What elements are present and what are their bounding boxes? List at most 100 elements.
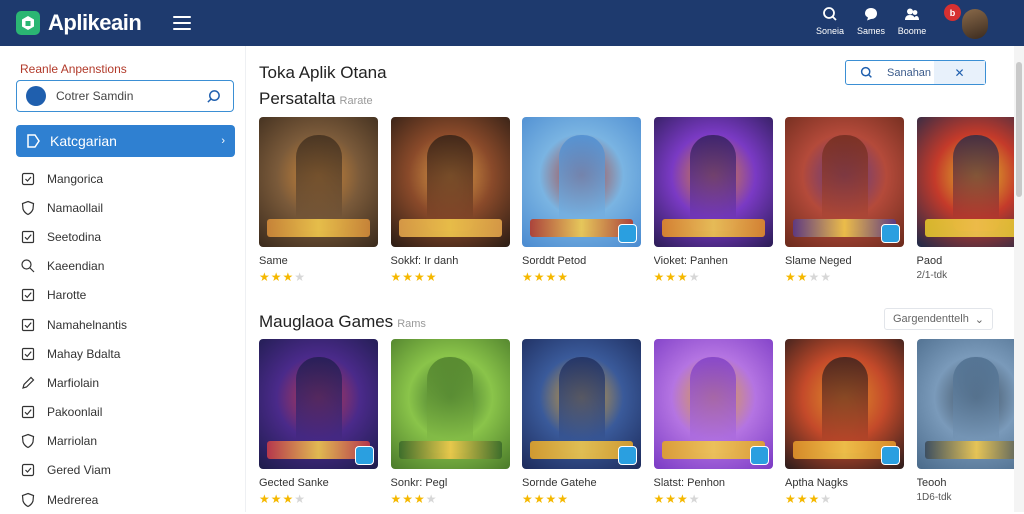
scrollbar-thumb[interactable] (1016, 62, 1022, 197)
sidebar-item-label: Mangorica (47, 172, 103, 186)
star-rating: ★★★★ (391, 492, 510, 506)
game-character-art (296, 357, 342, 453)
top-navbar: Aplikeain Soneia Sames Boome b (0, 0, 1024, 46)
sidebar-item[interactable]: Medrerea (20, 485, 230, 514)
notification-badge[interactable]: b (944, 4, 961, 21)
game-name: Sornde Gatehe (522, 477, 641, 489)
sidebar-item[interactable]: Mangorica (20, 164, 230, 193)
shield-icon (20, 200, 36, 216)
shield-icon (20, 433, 36, 449)
star-rating: ★★★★ (391, 270, 510, 284)
star-rating: ★★★★ (522, 270, 641, 284)
check-square-icon (20, 287, 36, 303)
check-square-icon (20, 346, 36, 362)
sidebar-item[interactable]: Kaeendian (20, 252, 230, 281)
game-thumbnail[interactable] (785, 117, 904, 247)
game-card[interactable]: Sonkr: Pegl★★★★ (391, 339, 510, 506)
sidebar-item-label: Marfiolain (47, 376, 99, 390)
game-card[interactable]: Slame Neged★★★★ (785, 117, 904, 284)
game-character-art (559, 135, 605, 231)
sidebar-item[interactable]: Seetodina (20, 222, 230, 251)
square-icon (20, 171, 36, 187)
sidebar-item[interactable]: Namahelnantis (20, 310, 230, 339)
game-card[interactable]: Vioket: Panhen★★★★ (654, 117, 773, 284)
game-character-art (953, 357, 999, 453)
game-card[interactable]: Paod2/1-tdk (917, 117, 1024, 281)
sidebar-item-label: Gered Viam (47, 463, 111, 477)
main-search-text: Sanahan (887, 67, 931, 79)
game-title-art (925, 441, 1024, 459)
game-thumbnail[interactable] (522, 117, 641, 247)
section-heading: Mauglaoa Games (259, 312, 393, 331)
sidebar: Reanle Anpenstions Cotrer Samdin Katcgar… (0, 46, 246, 512)
header-action-label: Boome (898, 26, 927, 36)
game-thumbnail[interactable] (917, 117, 1024, 247)
game-name: Paod (917, 255, 1024, 267)
game-thumbnail[interactable] (785, 339, 904, 469)
game-thumbnail[interactable] (917, 339, 1024, 469)
search-icon[interactable] (206, 89, 221, 104)
game-name: Sorddt Petod (522, 255, 641, 267)
game-card[interactable]: Sornde Gatehe★★★★ (522, 339, 641, 506)
sidebar-item[interactable]: Marfiolain (20, 368, 230, 397)
sidebar-item-label: Namahelnantis (47, 318, 127, 332)
game-title-art (267, 219, 370, 237)
sidebar-item[interactable]: Harotte (20, 281, 230, 310)
game-thumbnail[interactable] (259, 117, 378, 247)
game-character-art (427, 135, 473, 231)
game-thumbnail[interactable] (391, 339, 510, 469)
header-action-games[interactable]: Sames (851, 6, 891, 36)
header-action-label: Soneia (816, 26, 844, 36)
header-action-community[interactable]: Boome (892, 6, 932, 36)
star-rating: ★★★★ (259, 492, 378, 506)
game-card[interactable]: Aptha Nagks★★★★ (785, 339, 904, 506)
sidebar-item-label: Mahay Bdalta (47, 347, 120, 361)
game-thumbnail[interactable] (654, 339, 773, 469)
header-action-label: Sames (857, 26, 885, 36)
sidebar-search-input[interactable]: Cotrer Samdin (16, 80, 234, 112)
close-icon[interactable]: ✕ (934, 61, 985, 84)
app-logo[interactable]: Aplikeain (16, 10, 141, 36)
game-character-art (822, 357, 868, 453)
user-menu[interactable]: b (962, 5, 988, 41)
game-name: Sokkf: Ir danh (391, 255, 510, 267)
game-character-art (822, 135, 868, 231)
game-character-art (690, 357, 736, 453)
game-thumbnail[interactable] (654, 117, 773, 247)
game-thumbnail[interactable] (259, 339, 378, 469)
game-title-art (925, 219, 1024, 237)
chevron-down-icon: ⌄ (975, 313, 984, 326)
users-icon (904, 6, 920, 22)
tag-icon (25, 133, 41, 149)
header-action-search[interactable]: Soneia (810, 6, 850, 36)
game-card[interactable]: Gected Sanke★★★★ (259, 339, 378, 506)
sidebar-item-categories[interactable]: Katcgarian › (16, 125, 235, 157)
sidebar-item[interactable]: Namaollail (20, 193, 230, 222)
check-square-icon (20, 404, 36, 420)
game-card[interactable]: Same★★★★ (259, 117, 378, 284)
game-card[interactable]: Sorddt Petod ★★★★ (522, 117, 641, 284)
game-rating-text: 1D6-tdk (917, 492, 1024, 503)
game-thumbnail[interactable] (522, 339, 641, 469)
menu-toggle-icon[interactable] (173, 16, 191, 30)
game-title-art (399, 441, 502, 459)
sidebar-item-label: Medrerea (47, 493, 98, 507)
logo-icon (16, 11, 40, 35)
sidebar-item[interactable]: Pakoonlail (20, 398, 230, 427)
sidebar-item-label: Kaeendian (47, 259, 104, 273)
game-card[interactable]: Slatst: Penhon★★★★ (654, 339, 773, 506)
game-card[interactable]: Teooh1D6-tdk (917, 339, 1024, 503)
sidebar-item-label: Namaollail (47, 201, 103, 215)
avatar[interactable] (962, 9, 988, 39)
search-icon (822, 6, 838, 22)
main-search-input[interactable]: Sanahan ✕ (845, 60, 986, 85)
sidebar-item[interactable]: Gered Viam (20, 456, 230, 485)
sort-dropdown[interactable]: Gargendenttelh ⌄ (884, 308, 993, 330)
sidebar-item[interactable]: Marriolan (20, 427, 230, 456)
game-card[interactable]: Sokkf: Ir danh ★★★★ (391, 117, 510, 284)
sidebar-item[interactable]: Mahay Bdalta (20, 339, 230, 368)
game-thumbnail[interactable] (391, 117, 510, 247)
app-badge-icon (618, 224, 637, 243)
sidebar-item-label: Pakoonlail (47, 405, 102, 419)
section-title-games: Mauglaoa GamesRams (259, 312, 426, 332)
